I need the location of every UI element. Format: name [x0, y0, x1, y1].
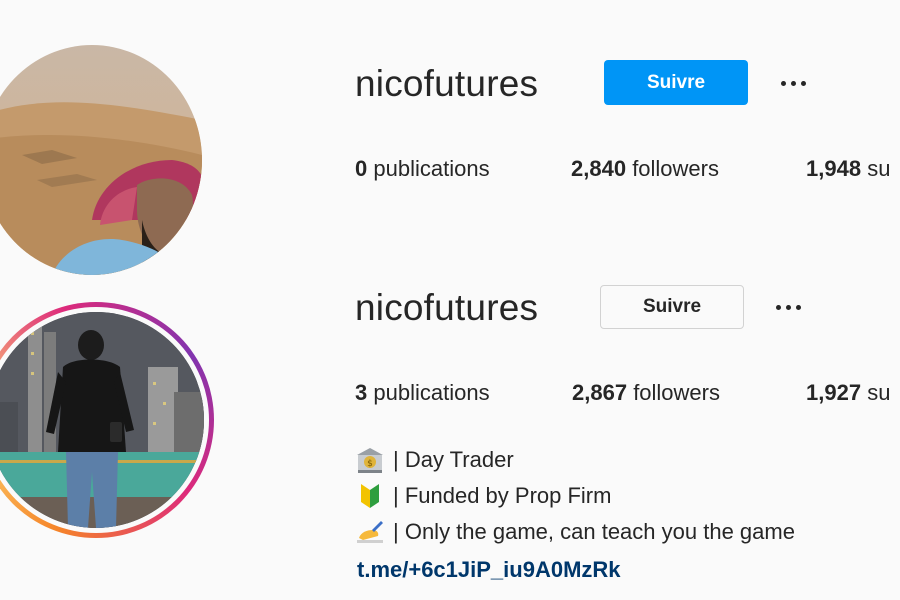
svg-text:$: $ — [367, 459, 373, 469]
profile-avatar-top[interactable] — [0, 45, 202, 275]
publications-label: publications — [373, 380, 490, 405]
publications-label: publications — [373, 156, 490, 181]
bio-text-2: | Funded by Prop Firm — [393, 483, 612, 508]
beginner-badge-icon — [355, 482, 385, 510]
username-top: nicofutures — [355, 63, 539, 104]
bio-line-1: $ | Day Trader — [355, 446, 514, 474]
followers-stat-top[interactable]: 2,840 followers — [571, 156, 719, 182]
follow-button-bottom[interactable]: Suivre — [600, 285, 744, 329]
bio-line-3: | Only the game, can teach you the game — [355, 518, 795, 546]
follow-button-top[interactable]: Suivre — [604, 60, 748, 105]
writing-hand-icon — [355, 518, 385, 546]
following-stat-bottom[interactable]: 1,927 su — [806, 380, 890, 406]
publications-stat-bottom[interactable]: 3 publications — [355, 380, 490, 406]
bio-text-3: | Only the game, can teach you the game — [393, 519, 795, 544]
publications-count: 3 — [355, 380, 368, 405]
story-ring[interactable] — [0, 302, 214, 538]
followers-stat-bottom[interactable]: 2,867 followers — [572, 380, 720, 406]
bio-link[interactable]: t.me/+6c1JiP_iu9A0MzRk — [357, 557, 621, 583]
following-label: su — [867, 156, 891, 181]
more-options-icon-top[interactable] — [773, 73, 813, 93]
more-options-icon-bottom[interactable] — [768, 297, 808, 317]
followers-count: 2,840 — [571, 156, 627, 181]
following-count: 1,948 — [806, 156, 862, 181]
following-stat-top[interactable]: 1,948 su — [806, 156, 890, 182]
bio-text-1: | Day Trader — [393, 447, 514, 472]
following-count: 1,927 — [806, 380, 862, 405]
followers-label: followers — [633, 380, 720, 405]
following-label: su — [867, 380, 891, 405]
publications-count: 0 — [355, 156, 368, 181]
bank-icon: $ — [355, 446, 385, 474]
desert-photo — [0, 45, 202, 275]
username-bottom: nicofutures — [355, 287, 539, 328]
publications-stat-top[interactable]: 0 publications — [355, 156, 490, 182]
bio-line-2: | Funded by Prop Firm — [355, 482, 611, 510]
followers-count: 2,867 — [572, 380, 628, 405]
followers-label: followers — [632, 156, 719, 181]
